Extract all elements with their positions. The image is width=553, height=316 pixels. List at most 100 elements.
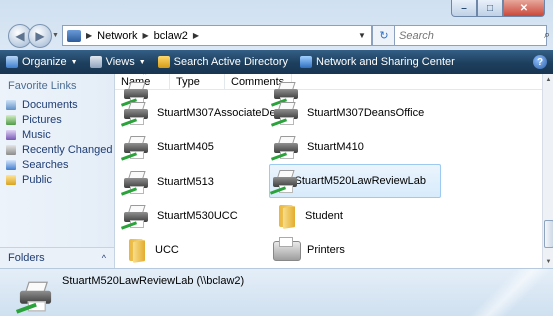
nav-item-label: Public bbox=[22, 173, 52, 186]
item-label: UCC bbox=[155, 244, 179, 256]
public-folder-icon bbox=[6, 174, 16, 185]
item-label: StuartM530UCC bbox=[157, 210, 238, 222]
chevron-down-icon: ▼ bbox=[70, 58, 78, 66]
network-sharing-center-button[interactable]: Network and Sharing Center bbox=[294, 50, 461, 74]
scroll-down-icon[interactable]: ▼ bbox=[543, 256, 553, 268]
network-icon bbox=[67, 29, 81, 42]
folder-icon bbox=[123, 237, 149, 263]
favorite-links-header: Favorite Links bbox=[8, 80, 77, 92]
nav-item-documents[interactable]: Documents bbox=[0, 97, 114, 112]
item-label: StuartM410 bbox=[307, 141, 364, 153]
breadcrumb-separator-icon[interactable]: ▶ bbox=[86, 31, 92, 40]
printers-folder-icon bbox=[271, 237, 301, 263]
refresh-button[interactable]: ↻ bbox=[372, 25, 396, 46]
list-item[interactable]: StuartM405 bbox=[120, 130, 214, 164]
address-row: ◀ ▶ ▼ ▶ Network ▶ bclaw2 ▶ ▼ ↻ ⌕ bbox=[6, 24, 550, 48]
search-icon[interactable]: ⌕ bbox=[544, 29, 550, 42]
active-directory-icon bbox=[157, 56, 170, 68]
chevron-up-icon: ^ bbox=[101, 253, 106, 263]
printer-icon bbox=[270, 134, 301, 161]
help-icon[interactable]: ? bbox=[533, 55, 547, 69]
views-label: Views bbox=[105, 56, 135, 68]
network-sharing-label: Network and Sharing Center bbox=[316, 56, 455, 68]
searches-icon bbox=[6, 159, 16, 170]
nav-item-label: Pictures bbox=[22, 113, 62, 126]
search-active-directory-button[interactable]: Search Active Directory bbox=[152, 50, 294, 74]
list-item[interactable]: StuartM410 bbox=[270, 130, 364, 164]
close-button[interactable]: ✕ bbox=[503, 0, 545, 17]
documents-icon bbox=[6, 99, 16, 110]
nav-item-searches[interactable]: Searches bbox=[0, 157, 114, 172]
nav-item-label: Recently Changed bbox=[22, 143, 113, 156]
item-label: Printers bbox=[307, 244, 345, 256]
scrollbar-thumb[interactable] bbox=[544, 220, 553, 248]
list-item[interactable]: UCC bbox=[123, 233, 179, 267]
breadcrumb-separator-icon[interactable]: ▶ bbox=[143, 31, 149, 40]
address-bar[interactable]: ▶ Network ▶ bclaw2 ▶ ▼ bbox=[62, 25, 372, 46]
printer-icon bbox=[15, 279, 55, 314]
nav-item-public[interactable]: Public bbox=[0, 172, 114, 187]
nav-item-pictures[interactable]: Pictures bbox=[0, 112, 114, 127]
folders-toggle[interactable]: Folders ^ bbox=[0, 247, 114, 268]
address-dropdown-icon[interactable]: ▼ bbox=[355, 26, 369, 45]
forward-button[interactable]: ▶ bbox=[28, 24, 52, 48]
breadcrumb-network[interactable]: Network bbox=[97, 30, 137, 42]
views-button[interactable]: Views ▼ bbox=[84, 50, 152, 74]
list-item[interactable]: StuartM307DeansOffice bbox=[270, 96, 425, 130]
printer-icon bbox=[120, 100, 151, 127]
list-item-selected[interactable]: StuartM520LawReviewLab bbox=[269, 164, 441, 198]
printer-icon bbox=[120, 203, 151, 230]
folder-icon bbox=[273, 203, 299, 229]
list-item[interactable]: Printers bbox=[271, 233, 345, 267]
navigation-pane: Favorite Links Documents Pictures Music … bbox=[0, 74, 115, 268]
list-item[interactable]: StuartM307AssociateDeans bbox=[120, 96, 293, 130]
nav-item-label: Searches bbox=[22, 158, 69, 171]
nav-item-label: Documents bbox=[22, 98, 78, 111]
printer-icon bbox=[270, 100, 301, 127]
search-box[interactable]: ⌕ bbox=[394, 25, 550, 46]
recent-pages-dropdown-icon[interactable]: ▼ bbox=[52, 32, 59, 39]
list-item[interactable]: StuartM513 bbox=[120, 165, 214, 199]
list-item[interactable]: StuartM530UCC bbox=[120, 199, 238, 233]
explorer-window: – □ ✕ ◀ ▶ ▼ ▶ Network ▶ bclaw2 ▶ ▼ ↻ ⌕ O… bbox=[0, 0, 553, 316]
organize-button[interactable]: Organize ▼ bbox=[0, 50, 84, 74]
pictures-icon bbox=[6, 114, 16, 125]
organize-label: Organize bbox=[22, 56, 67, 68]
recently-changed-icon bbox=[6, 144, 16, 155]
item-label: Student bbox=[305, 210, 343, 222]
nav-item-music[interactable]: Music bbox=[0, 127, 114, 142]
forward-arrow-icon: ▶ bbox=[35, 29, 45, 43]
details-item-name: StuartM520LawReviewLab (\\bclaw2) bbox=[62, 275, 245, 287]
breadcrumb-bclaw2[interactable]: bclaw2 bbox=[154, 30, 188, 42]
decorative-swoosh bbox=[413, 269, 553, 316]
maximize-button[interactable]: □ bbox=[477, 0, 503, 17]
item-label: StuartM520LawReviewLab bbox=[294, 175, 426, 187]
printer-icon bbox=[269, 168, 297, 195]
details-pane: StuartM520LawReviewLab (\\bclaw2) bbox=[0, 268, 553, 316]
search-input[interactable] bbox=[395, 28, 544, 43]
column-headers: ^ Name Type Comments bbox=[115, 74, 542, 90]
column-header-type[interactable]: Type bbox=[170, 74, 225, 89]
breadcrumb-separator-icon[interactable]: ▶ bbox=[193, 31, 199, 40]
item-label: StuartM405 bbox=[157, 141, 214, 153]
search-active-directory-label: Search Active Directory bbox=[173, 56, 288, 68]
printer-icon bbox=[120, 169, 151, 196]
nav-item-recently-changed[interactable]: Recently Changed bbox=[0, 142, 114, 157]
refresh-icon: ↻ bbox=[379, 30, 389, 42]
music-icon bbox=[6, 129, 16, 140]
chevron-down-icon: ▼ bbox=[138, 58, 146, 66]
item-label: StuartM307DeansOffice bbox=[307, 107, 425, 119]
network-sharing-icon bbox=[300, 56, 312, 68]
vertical-scrollbar[interactable]: ▲ ▼ bbox=[542, 74, 553, 268]
minimize-button[interactable]: – bbox=[451, 0, 477, 17]
list-item[interactable]: Student bbox=[273, 199, 343, 233]
nav-item-label: Music bbox=[22, 128, 51, 141]
window-controls: – □ ✕ bbox=[451, 0, 545, 18]
file-list: ^ Name Type Comments StuartM307Associate… bbox=[115, 74, 542, 268]
command-bar: Organize ▼ Views ▼ Search Active Directo… bbox=[0, 50, 553, 74]
organize-icon bbox=[6, 56, 18, 68]
item-label: StuartM513 bbox=[157, 176, 214, 188]
scroll-up-icon[interactable]: ▲ bbox=[543, 74, 553, 86]
printer-icon bbox=[120, 134, 151, 161]
folders-label: Folders bbox=[8, 252, 45, 264]
